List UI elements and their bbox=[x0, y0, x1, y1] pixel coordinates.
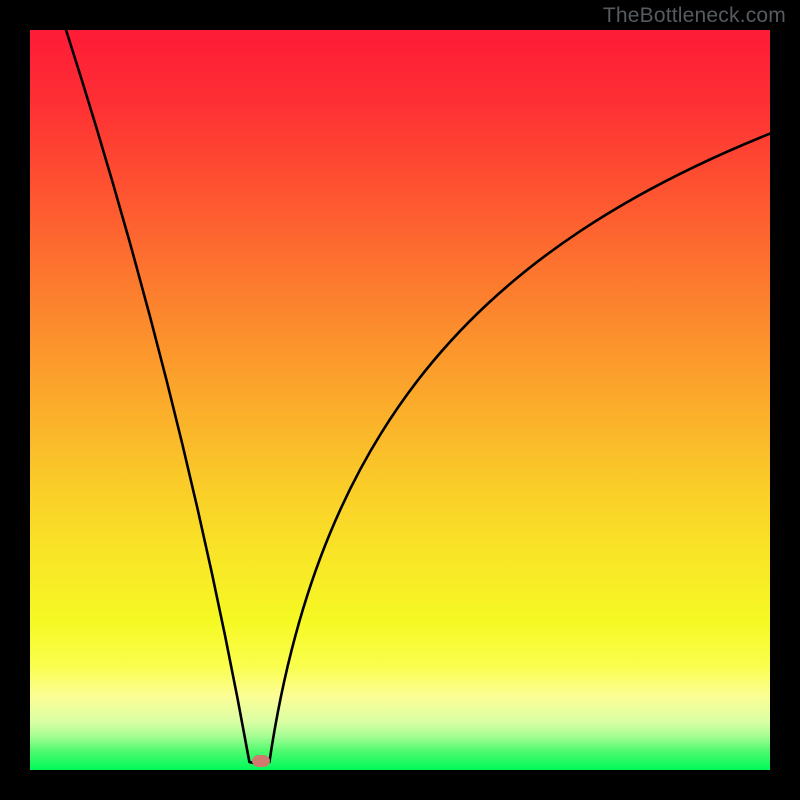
bottleneck-curve bbox=[30, 30, 770, 770]
plot-area bbox=[30, 30, 770, 770]
chart-frame: TheBottleneck.com bbox=[0, 0, 800, 800]
bottleneck-marker bbox=[252, 755, 270, 767]
watermark-text: TheBottleneck.com bbox=[603, 4, 786, 28]
